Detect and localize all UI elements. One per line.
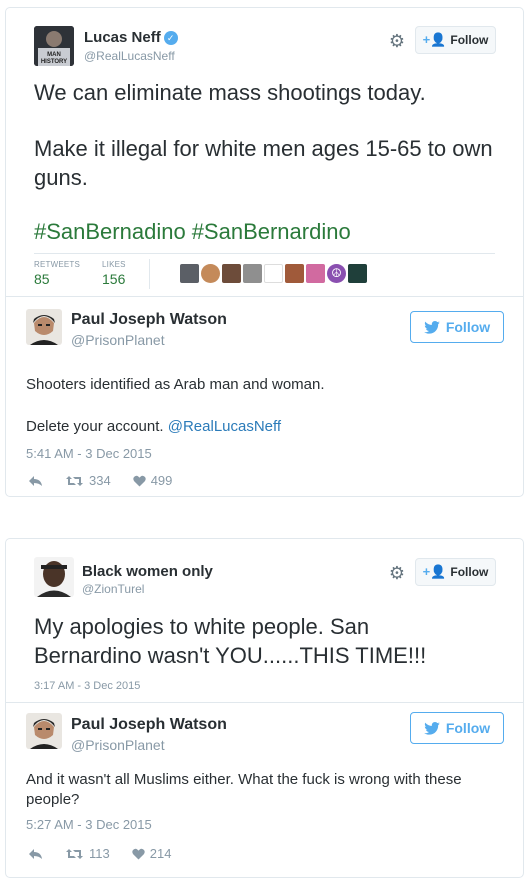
likes-label: LIKES <box>102 260 126 269</box>
reply-text: And it wasn't all Muslims either. What t… <box>26 771 462 808</box>
reply-button[interactable] <box>28 475 43 487</box>
divider <box>34 253 495 254</box>
follow-button[interactable]: +👤 Follow <box>415 26 496 54</box>
retweets-label: RETWEETS <box>34 260 81 269</box>
follow-button[interactable]: Follow <box>410 311 504 343</box>
liker-avatar[interactable] <box>285 264 304 283</box>
liker-avatars: ☮ <box>180 264 367 283</box>
avatar-image <box>34 557 74 597</box>
tweet-text-line1: We can eliminate mass shootings today. <box>34 80 426 105</box>
retweet-icon <box>66 475 83 486</box>
likes-count[interactable]: 156 <box>102 271 125 287</box>
mention-link[interactable]: @RealLucasNeff <box>168 418 281 435</box>
hashtag-link[interactable]: #SanBernadino <box>34 219 186 244</box>
retweet-button[interactable]: 334 <box>65 473 111 488</box>
follow-label: Follow <box>445 720 491 736</box>
reply-paul-joseph-watson-2: Paul Joseph Watson @PrisonPlanet Follow … <box>6 703 523 878</box>
liker-avatar[interactable] <box>222 264 241 283</box>
svg-text:HISTORY: HISTORY <box>41 59 67 65</box>
avatar[interactable] <box>34 557 74 597</box>
tweet-card-2: Black women only @ZionTurel ⚙ +👤 Follow … <box>5 538 524 878</box>
timestamp[interactable]: 3:17 AM - 3 Dec 2015 <box>34 680 140 692</box>
display-name[interactable]: Paul Joseph Watson <box>71 716 227 734</box>
timestamp[interactable]: 5:41 AM - 3 Dec 2015 <box>26 446 152 461</box>
reply-icon <box>29 475 42 486</box>
avatar[interactable]: MAN HISTORY <box>34 26 74 66</box>
retweets-count[interactable]: 85 <box>34 271 50 287</box>
reply-icon <box>29 848 42 859</box>
reply-text-prefix: Delete your account. <box>26 418 168 435</box>
follow-button[interactable]: Follow <box>410 712 504 744</box>
retweet-count: 334 <box>89 473 111 488</box>
add-user-icon: +👤 <box>422 32 447 47</box>
liker-avatar[interactable] <box>264 264 283 283</box>
display-name[interactable]: Black women only <box>82 563 213 580</box>
avatar-image <box>26 309 62 345</box>
avatar-image <box>26 713 62 749</box>
reply-paul-joseph-watson-1: Paul Joseph Watson @PrisonPlanet Follow … <box>6 297 523 497</box>
gear-icon[interactable]: ⚙ <box>387 31 407 51</box>
like-button[interactable]: 499 <box>133 473 173 488</box>
verified-badge-icon: ✓ <box>163 31 178 45</box>
tweet-text-line2: Make it illegal for white men ages 15-65… <box>34 136 493 190</box>
heart-icon <box>132 848 145 859</box>
reply-button[interactable] <box>28 848 43 860</box>
twitter-bird-icon <box>424 320 440 334</box>
avatar[interactable] <box>26 309 62 345</box>
display-name-text: Lucas Neff <box>84 29 161 46</box>
display-name[interactable]: Lucas Neff ✓ <box>84 29 178 46</box>
gear-icon[interactable]: ⚙ <box>387 563 407 583</box>
hashtags: #SanBernadino #SanBernardino <box>34 219 357 245</box>
tweet-black-women-only: Black women only @ZionTurel ⚙ +👤 Follow … <box>6 539 523 697</box>
liker-avatar[interactable] <box>180 264 199 283</box>
follow-label: Follow <box>445 319 491 335</box>
liker-avatar[interactable] <box>243 264 262 283</box>
retweet-button[interactable]: 113 <box>65 846 110 861</box>
user-handle[interactable]: @PrisonPlanet <box>71 737 165 753</box>
heart-icon <box>133 475 146 486</box>
tweet-actions: 334 499 <box>28 473 194 488</box>
user-handle[interactable]: @RealLucasNeff <box>84 49 175 63</box>
twitter-bird-icon <box>424 721 440 735</box>
svg-text:MAN: MAN <box>47 52 61 58</box>
follow-button[interactable]: +👤 Follow <box>415 558 496 586</box>
retweet-icon <box>66 848 83 859</box>
reply-text: Shooters identified as Arab man and woma… <box>26 376 325 393</box>
tweet-card-1: MAN HISTORY Lucas Neff ✓ @RealLucasNeff ⚙… <box>5 7 524 497</box>
liker-avatar[interactable] <box>201 264 220 283</box>
liker-avatar[interactable] <box>348 264 367 283</box>
liker-avatar[interactable] <box>306 264 325 283</box>
timestamp[interactable]: 5:27 AM - 3 Dec 2015 <box>26 817 152 832</box>
follow-label: Follow <box>450 33 489 47</box>
add-user-icon: +👤 <box>422 564 447 579</box>
peace-icon[interactable]: ☮ <box>327 264 346 283</box>
like-button[interactable]: 214 <box>132 846 172 861</box>
reply-text-line2: Delete your account. @RealLucasNeff <box>26 417 506 437</box>
hashtag-link[interactable]: #SanBernardino <box>192 219 351 244</box>
like-count: 499 <box>150 473 173 488</box>
avatar-image: MAN HISTORY <box>34 26 74 66</box>
tweet-text: My apologies to white people. San Bernar… <box>34 614 427 668</box>
user-handle[interactable]: @PrisonPlanet <box>71 332 165 348</box>
divider <box>149 259 150 289</box>
display-name[interactable]: Paul Joseph Watson <box>71 311 227 329</box>
user-handle[interactable]: @ZionTurel <box>82 582 144 596</box>
tweet-actions: 113 214 <box>28 846 193 861</box>
retweet-count: 113 <box>89 846 110 861</box>
follow-label: Follow <box>450 565 489 579</box>
avatar[interactable] <box>26 713 62 749</box>
like-count: 214 <box>149 846 172 861</box>
tweet-lucas-neff: MAN HISTORY Lucas Neff ✓ @RealLucasNeff ⚙… <box>6 8 523 296</box>
